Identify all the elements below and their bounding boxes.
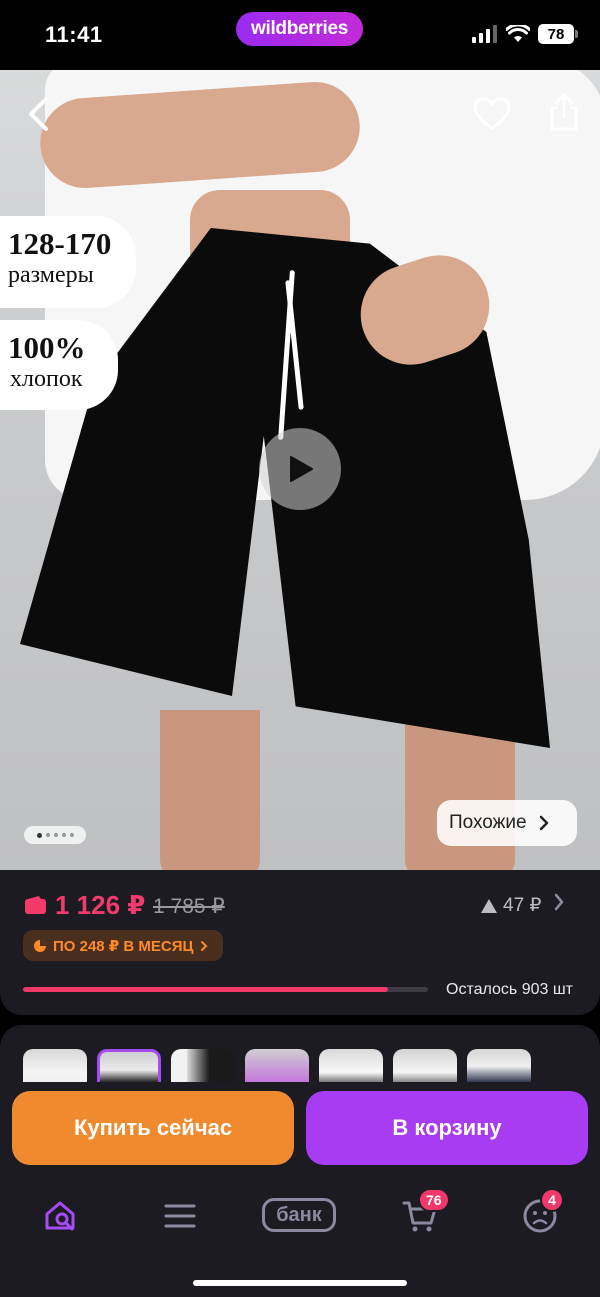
back-icon (29, 97, 48, 131)
price-card: 1 126 ₽ 1 785 ₽ 47 ₽ ПО 248 ₽ В МЕСЯЦ Ос… (0, 870, 600, 1015)
promo-sizes-badge: 128-170 размеры (0, 216, 136, 308)
cart-badge: 76 (418, 1188, 450, 1212)
bottom-navigation: банк 76 4 (0, 1170, 600, 1297)
gallery-pagination (24, 826, 86, 844)
heart-icon (473, 97, 511, 130)
arrow-up-icon (481, 898, 497, 913)
favorite-button[interactable] (470, 92, 514, 136)
old-price: 1 785 ₽ (153, 895, 225, 918)
share-icon (550, 93, 578, 131)
play-icon (290, 456, 313, 482)
wallet-icon (25, 896, 46, 914)
buy-now-button[interactable]: Купить сейчас (12, 1091, 294, 1165)
home-search-icon (45, 1201, 75, 1231)
current-price: 1 126 ₽ (55, 890, 146, 920)
nav-catalog[interactable] (157, 1196, 203, 1236)
similar-button[interactable]: Похожие (437, 800, 577, 846)
signal-icon (472, 25, 497, 43)
chevron-right-icon (539, 815, 548, 831)
product-photo-leg-left (160, 710, 260, 870)
profile-badge: 4 (540, 1188, 564, 1212)
promo-cotton-percent: 100% (8, 330, 86, 365)
menu-icon (164, 1204, 196, 1228)
action-bar: Купить сейчас В корзину (0, 1082, 600, 1182)
play-video-button[interactable] (259, 428, 341, 510)
promo-sizes-label: размеры (8, 262, 94, 288)
product-photo-leg-right (405, 720, 515, 870)
status-icons: 78 (472, 24, 578, 44)
price-delta-value: 47 ₽ (503, 895, 542, 916)
nav-home[interactable] (38, 1196, 84, 1236)
home-indicator (193, 1280, 407, 1286)
promo-sizes-range: 128-170 (8, 226, 112, 261)
nav-bank[interactable]: банк (262, 1198, 336, 1232)
share-button[interactable] (542, 90, 586, 134)
promo-cotton-badge: 100% хлопок (0, 320, 118, 410)
status-time: 11:41 (45, 22, 103, 47)
installment-text: ПО 248 ₽ В МЕСЯЦ (53, 937, 194, 955)
gallery-dot (45, 833, 50, 837)
battery-indicator: 78 (538, 24, 578, 44)
gallery-dot (53, 833, 58, 837)
stock-remaining: Осталось 903 шт (446, 981, 573, 998)
stock-progress-fill (23, 987, 388, 992)
similar-label: Похожие (449, 812, 527, 833)
price-delta[interactable]: 47 ₽ (481, 894, 542, 917)
back-button[interactable] (18, 94, 58, 134)
gallery-dot (36, 832, 42, 838)
wifi-icon (506, 25, 530, 42)
installment-badge[interactable]: ПО 248 ₽ В МЕСЯЦ (23, 930, 223, 961)
chevron-right-icon[interactable] (553, 892, 565, 912)
chevron-right-icon (200, 940, 207, 951)
stock-progress-bar (23, 987, 428, 992)
status-bar: 11:41 wildberries 78 (0, 0, 600, 70)
add-to-cart-button[interactable]: В корзину (306, 1091, 588, 1165)
gallery-dot (61, 833, 66, 837)
pie-chart-icon (34, 939, 46, 952)
product-gallery[interactable]: 128-170 размеры 100% хлопок Похожие (0, 70, 600, 870)
promo-cotton-label: хлопок (10, 366, 83, 392)
brand-logo: wildberries (236, 12, 363, 46)
gallery-dot (69, 833, 74, 837)
